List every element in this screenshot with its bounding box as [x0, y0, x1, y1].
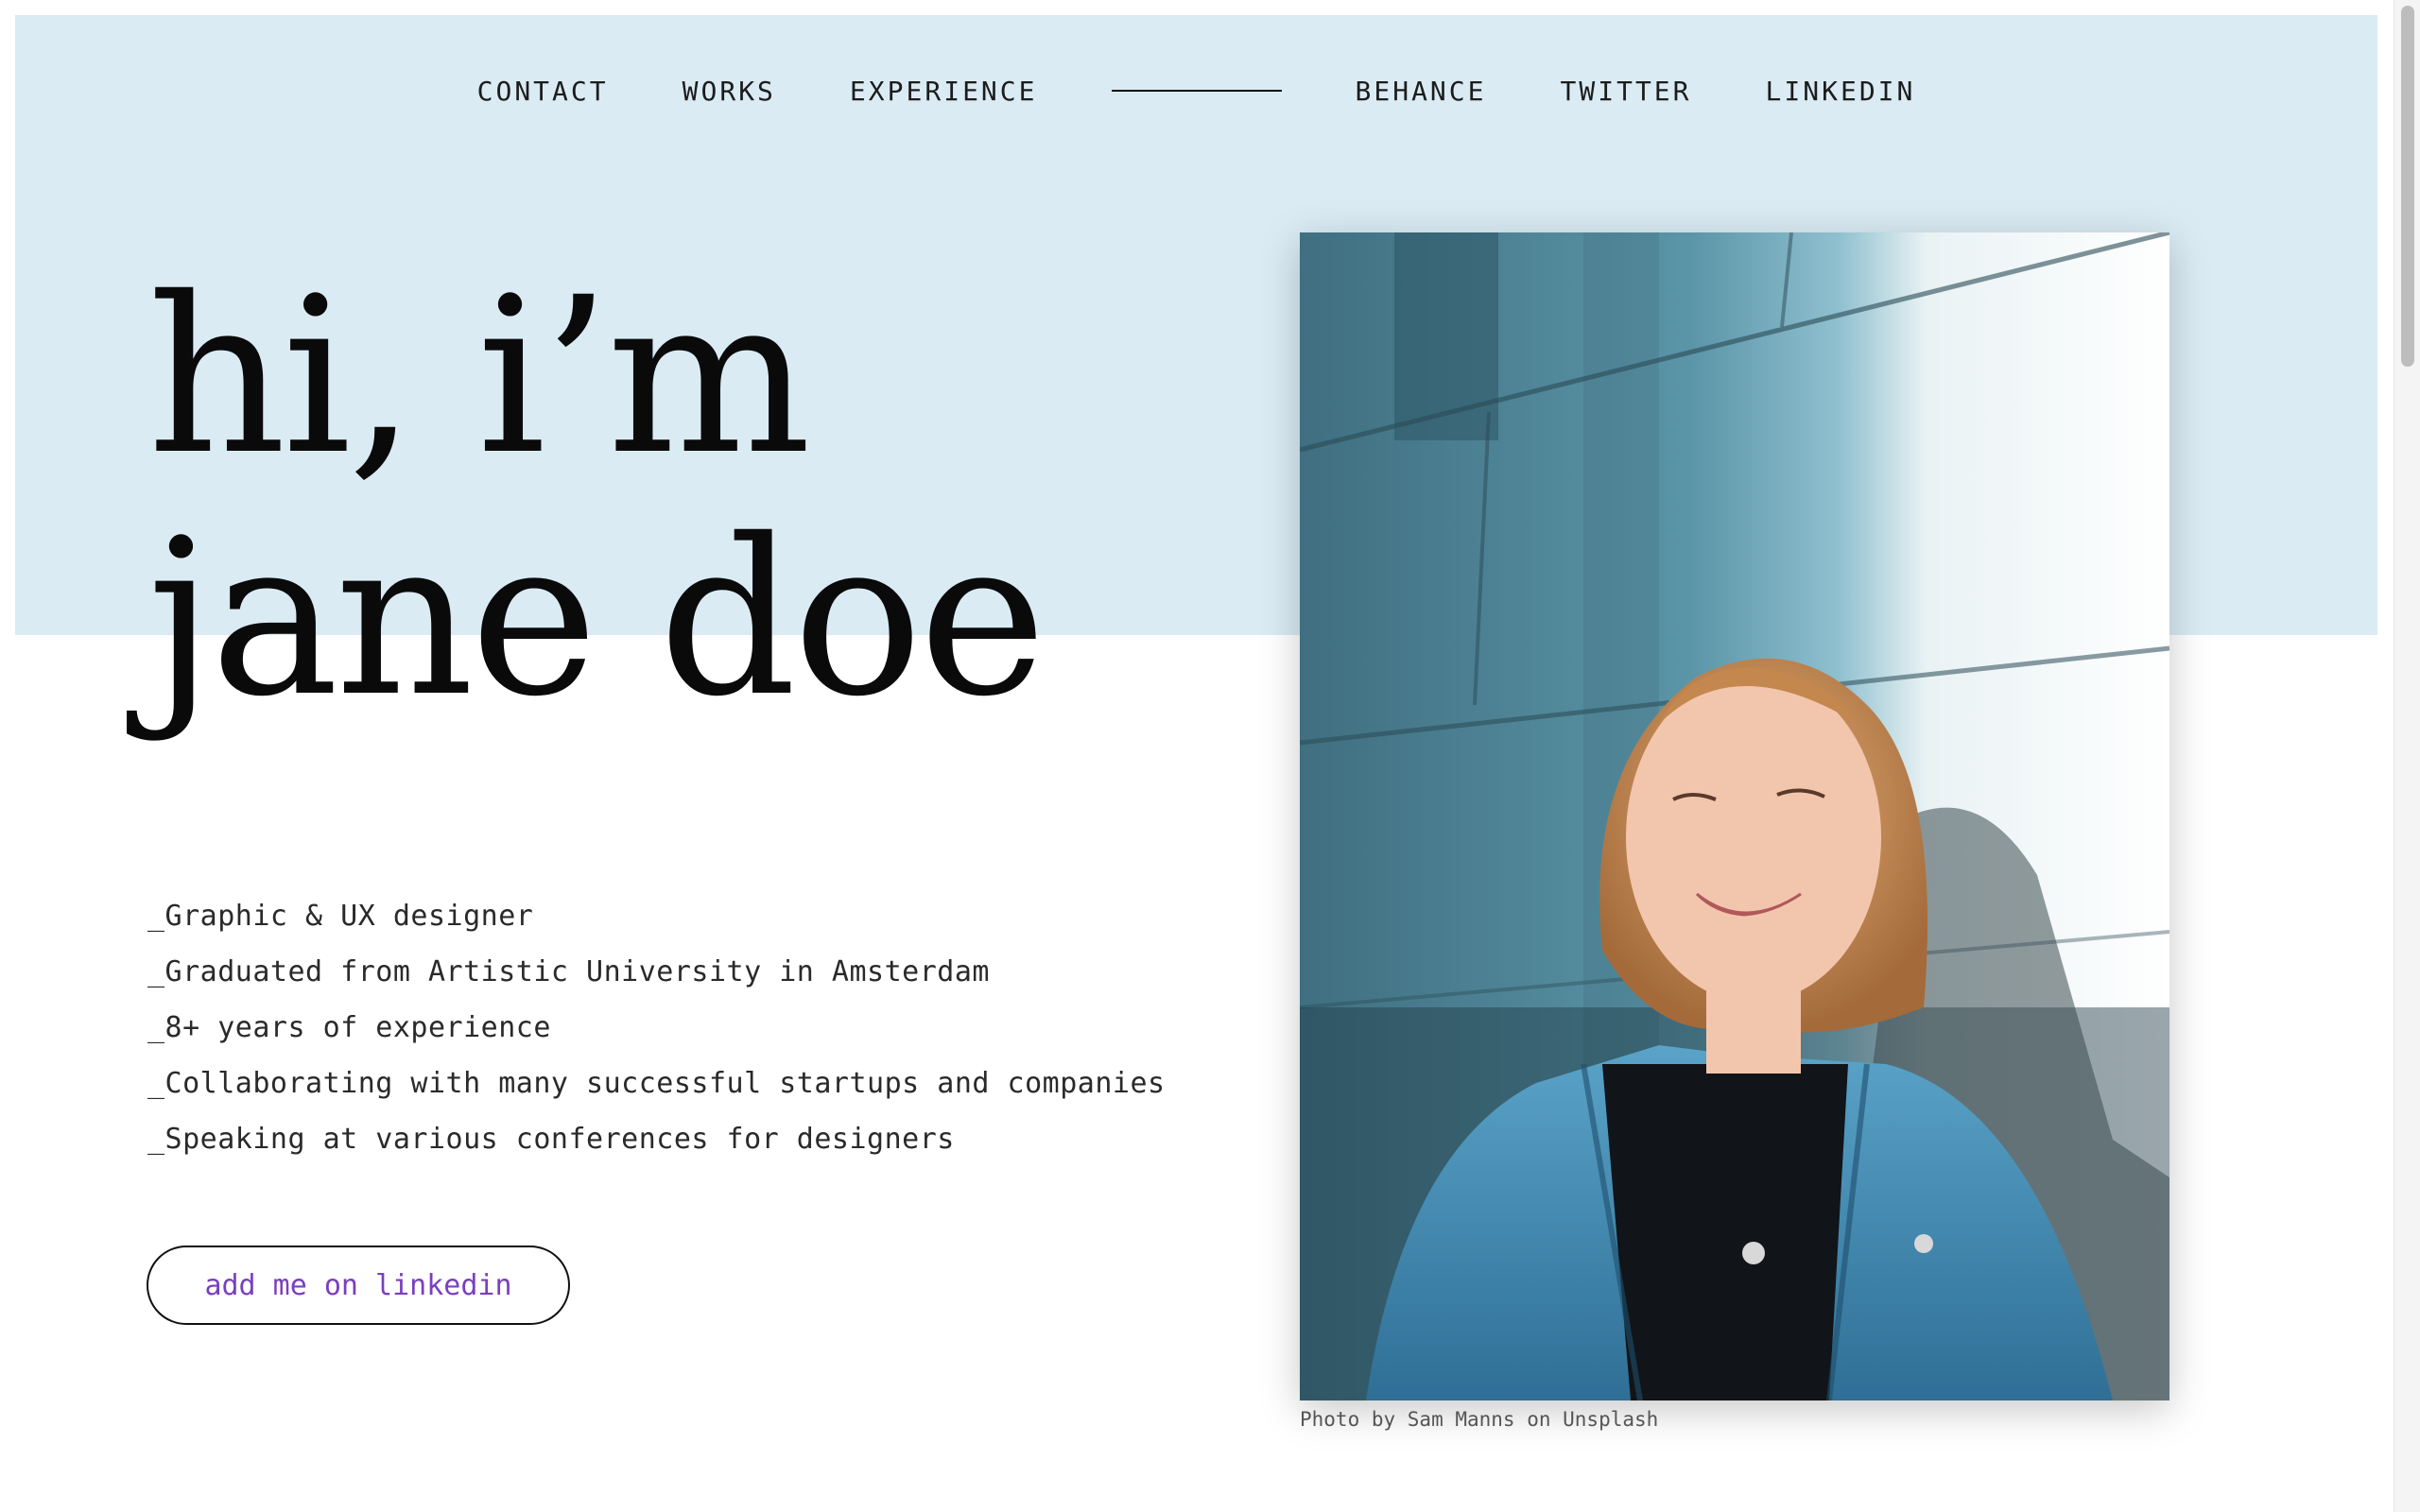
bio-item: _Speaking at various conferences for des…: [147, 1123, 955, 1156]
nav-link-works[interactable]: WORKS: [683, 76, 776, 107]
top-nav: CONTACT WORKS EXPERIENCE BEHANCE TWITTER…: [15, 15, 2377, 166]
hero-title-line-2: jane doe: [147, 492, 1046, 744]
page: CONTACT WORKS EXPERIENCE BEHANCE TWITTER…: [0, 0, 2420, 1512]
nav-link-behance[interactable]: BEHANCE: [1356, 76, 1487, 107]
photo-credit: Photo by Sam Manns on Unsplash: [1300, 1408, 1659, 1431]
nav-link-twitter[interactable]: TWITTER: [1561, 76, 1692, 107]
nav-link-contact[interactable]: CONTACT: [477, 76, 609, 107]
hero-title: hi, i’m jane doe: [147, 250, 1046, 744]
nav-link-experience[interactable]: EXPERIENCE: [850, 76, 1038, 107]
portrait-photo-illustration: [1300, 232, 2169, 1400]
scrollbar-thumb[interactable]: [2401, 6, 2414, 367]
bio-item: _Collaborating with many successful star…: [147, 1067, 1166, 1100]
scrollbar[interactable]: [2394, 0, 2420, 1512]
hero-title-line-1: hi, i’m: [147, 250, 811, 502]
bio-item: _8+ years of experience: [147, 1011, 551, 1044]
bio-item: _Graphic & UX designer: [147, 900, 534, 933]
bio-item: _Graduated from Artistic University in A…: [147, 955, 990, 988]
portrait-photo: [1300, 232, 2169, 1400]
add-me-on-linkedin-button[interactable]: add me on linkedin: [147, 1246, 570, 1325]
nav-link-linkedin[interactable]: LINKEDIN: [1766, 76, 1916, 107]
bio-list: _Graphic & UX designer _Graduated from A…: [147, 888, 1166, 1167]
nav-divider: [1111, 90, 1282, 92]
